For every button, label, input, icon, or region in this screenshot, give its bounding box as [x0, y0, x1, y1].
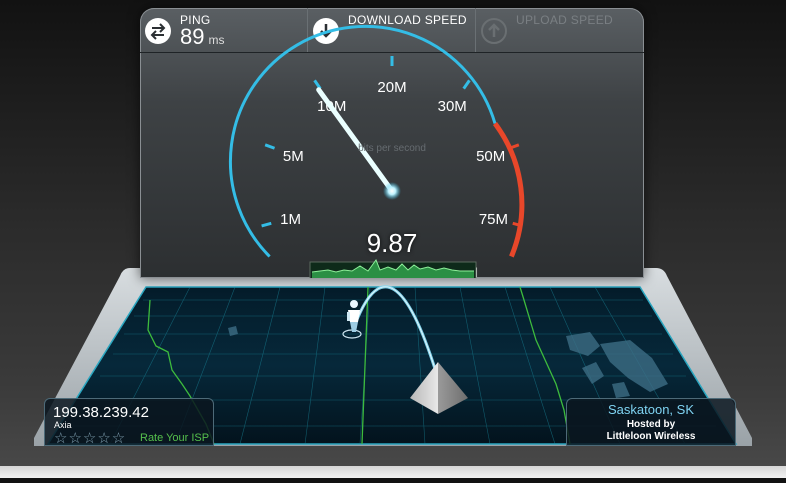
gauge-tick — [264, 143, 276, 150]
gauge-arc-blue — [228, 24, 497, 258]
client-ip: 199.38.239.42 — [53, 404, 149, 421]
server-hosted-by-label: Hosted by — [626, 419, 676, 430]
rate-isp-link[interactable]: Rate Your ISP — [140, 432, 209, 444]
isp-rating-stars[interactable]: ☆☆☆☆☆ — [54, 429, 126, 447]
server-host: Littleloon Wireless — [606, 431, 696, 442]
bottom-strip — [0, 466, 786, 478]
server-info-box: Saskatoon, SK Hosted by Littleloon Wirel… — [566, 398, 736, 446]
gauge-tick-label: 75M — [479, 211, 508, 228]
current-speed-value: 9.87 — [366, 228, 418, 258]
gauge-tick-label: 30M — [438, 98, 467, 115]
gauge-tick-label: 1M — [280, 211, 301, 228]
gauge-tick — [462, 79, 471, 90]
gauge-unit-label: bits per second — [358, 143, 426, 154]
speed-history-graph — [309, 258, 477, 278]
gauge-panel: PING 89 ms DOWNLOAD SPEED UPLOAD SPEED 1… — [140, 8, 644, 278]
gauge-arc-red — [492, 122, 525, 258]
gauge-tick-label: 5M — [283, 148, 304, 165]
gauge-tick-label: 50M — [476, 148, 505, 165]
client-info-box: 199.38.239.42 Axia ☆☆☆☆☆ Rate Your ISP — [44, 398, 214, 447]
gauge-tick — [261, 221, 272, 228]
gauge-tick-label: 20M — [377, 79, 406, 96]
server-city: Saskatoon, SK — [608, 402, 694, 417]
